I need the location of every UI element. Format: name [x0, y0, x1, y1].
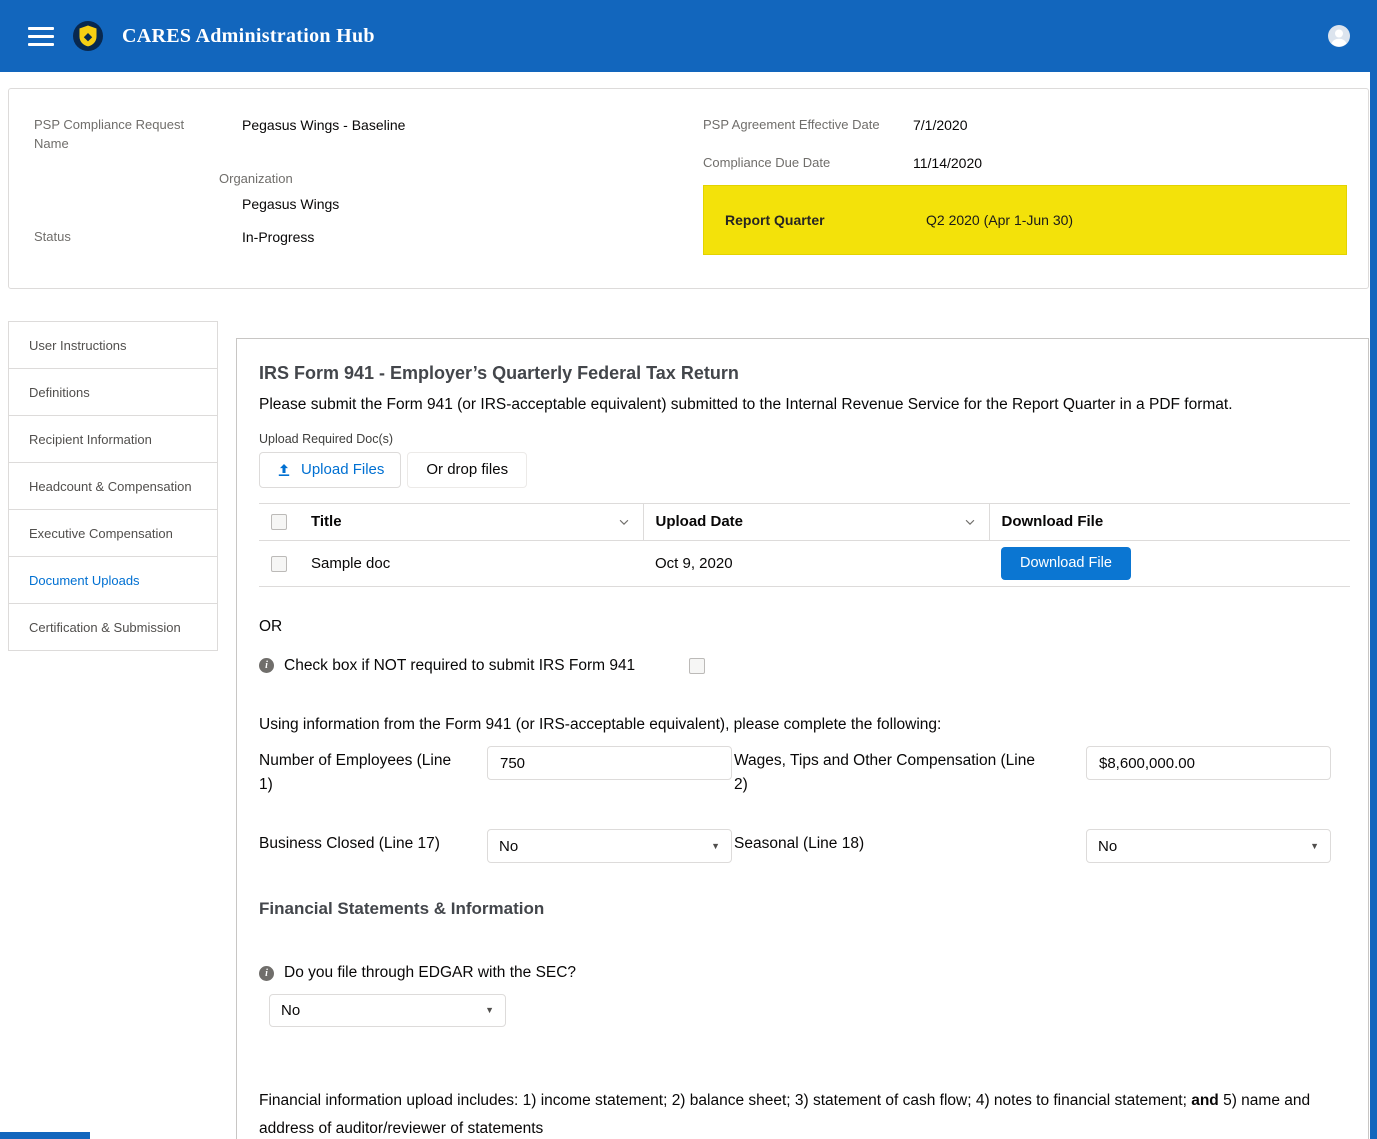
edgar-question-row: i Do you file through EDGAR with the SEC…	[259, 961, 1350, 984]
upload-icon	[276, 462, 292, 478]
summary-left-column: PSP Compliance Request Name Pegasus Wing…	[34, 116, 703, 262]
upload-files-button[interactable]: Upload Files	[259, 452, 401, 488]
employees-label: Number of Employees (Line 1)	[259, 746, 487, 797]
content-area: User Instructions Definitions Recipient …	[8, 321, 1369, 1139]
request-name-value: Pegasus Wings - Baseline	[242, 116, 405, 154]
due-date-label: Compliance Due Date	[703, 154, 913, 173]
business-closed-label: Business Closed (Line 17)	[259, 829, 487, 856]
report-quarter-label: Report Quarter	[725, 212, 926, 228]
sidebar-item-user-instructions[interactable]: User Instructions	[8, 321, 218, 369]
sidebar-item-executive-compensation[interactable]: Executive Compensation	[8, 509, 218, 557]
user-avatar-icon[interactable]	[1327, 24, 1351, 48]
sidebar-item-certification-submission[interactable]: Certification & Submission	[8, 603, 218, 651]
financial-upload-note: Financial information upload includes: 1…	[259, 1087, 1319, 1139]
menu-icon[interactable]	[28, 22, 54, 51]
status-value: In-Progress	[242, 228, 314, 247]
sidebar-item-label: Certification & Submission	[29, 620, 181, 635]
horizontal-scrollbar[interactable]	[0, 1132, 90, 1139]
row-checkbox[interactable]	[271, 556, 287, 572]
not-required-label: Check box if NOT required to submit IRS …	[284, 654, 635, 677]
column-header-upload-date-label: Upload Date	[656, 513, 744, 530]
dropdown-arrow-icon: ▼	[485, 1005, 494, 1015]
report-quarter-highlight: Report Quarter Q2 2020 (Apr 1-Jun 30)	[703, 185, 1347, 255]
financial-upload-note-prefix: Financial information upload includes: 1…	[259, 1092, 1191, 1109]
status-label: Status	[34, 228, 242, 247]
sidebar-item-label: Document Uploads	[29, 573, 140, 588]
sidebar-item-label: User Instructions	[29, 338, 127, 353]
wages-label: Wages, Tips and Other Compensation (Line…	[734, 746, 1086, 797]
column-header-title-label: Title	[311, 513, 342, 530]
financial-upload-note-bold: and	[1191, 1092, 1219, 1109]
document-uploads-panel: IRS Form 941 - Employer’s Quarterly Fede…	[236, 338, 1369, 1139]
irs-form-instructions: Please submit the Form 941 (or IRS-accep…	[259, 393, 1334, 416]
form-941-fields: Number of Employees (Line 1) Wages, Tips…	[259, 746, 1350, 863]
sidebar: User Instructions Definitions Recipient …	[8, 321, 218, 651]
dropdown-arrow-icon: ▼	[1310, 841, 1319, 851]
app-title: CARES Administration Hub	[122, 25, 375, 48]
compliance-summary-card: PSP Compliance Request Name Pegasus Wing…	[8, 88, 1369, 289]
upload-files-label: Upload Files	[301, 461, 384, 478]
financial-statements-heading: Financial Statements & Information	[259, 899, 1350, 919]
upload-date-cell: Oct 9, 2020	[643, 540, 989, 586]
due-date-value: 11/14/2020	[913, 154, 982, 173]
column-header-download-file-label: Download File	[1002, 513, 1104, 530]
dropdown-arrow-icon: ▼	[711, 841, 720, 851]
file-upload-area: Upload Files Or drop files	[259, 452, 1350, 488]
edgar-question-label: Do you file through EDGAR with the SEC?	[284, 961, 576, 984]
not-required-row: i Check box if NOT required to submit IR…	[259, 654, 1350, 677]
select-all-checkbox[interactable]	[271, 514, 287, 530]
drop-files-label: Or drop files	[426, 461, 508, 478]
sidebar-item-label: Executive Compensation	[29, 526, 173, 541]
effective-date-value: 7/1/2020	[913, 116, 968, 135]
table-row: Sample doc Oct 9, 2020 Download File	[259, 540, 1350, 586]
or-separator-text: OR	[259, 615, 1350, 638]
documents-table: Title Upload Date	[259, 503, 1350, 587]
seasonal-value: No	[1098, 838, 1117, 855]
summary-right-column: PSP Agreement Effective Date 7/1/2020 Co…	[703, 116, 1347, 262]
download-file-button[interactable]: Download File	[1001, 547, 1131, 580]
drop-files-zone[interactable]: Or drop files	[407, 452, 527, 488]
sidebar-item-label: Definitions	[29, 385, 90, 400]
sidebar-item-label: Recipient Information	[29, 432, 152, 447]
sidebar-item-recipient-information[interactable]: Recipient Information	[8, 415, 218, 463]
column-header-upload-date[interactable]: Upload Date	[643, 503, 989, 540]
app-header: CARES Administration Hub	[0, 0, 1377, 72]
organization-label: Organization	[219, 170, 703, 189]
not-required-checkbox[interactable]	[689, 658, 705, 674]
report-quarter-value: Q2 2020 (Apr 1-Jun 30)	[926, 212, 1073, 228]
irs-form-heading: IRS Form 941 - Employer’s Quarterly Fede…	[259, 363, 1350, 384]
info-icon[interactable]: i	[259, 966, 274, 981]
employees-input[interactable]	[487, 746, 732, 780]
info-icon[interactable]: i	[259, 658, 274, 673]
chevron-down-icon[interactable]	[963, 515, 977, 529]
effective-date-label: PSP Agreement Effective Date	[703, 116, 913, 135]
wages-input[interactable]	[1086, 746, 1331, 780]
complete-following-text: Using information from the Form 941 (or …	[259, 713, 1350, 736]
column-header-download-file: Download File	[989, 503, 1350, 540]
sidebar-item-definitions[interactable]: Definitions	[8, 368, 218, 416]
sidebar-item-label: Headcount & Compensation	[29, 479, 192, 494]
seasonal-select[interactable]: No ▼	[1086, 829, 1331, 863]
edgar-value: No	[281, 1002, 300, 1019]
document-title-cell: Sample doc	[299, 540, 643, 586]
chevron-down-icon[interactable]	[617, 515, 631, 529]
edgar-select[interactable]: No ▼	[269, 994, 506, 1027]
business-closed-select[interactable]: No ▼	[487, 829, 732, 863]
sidebar-item-document-uploads[interactable]: Document Uploads	[8, 556, 218, 604]
vertical-scrollbar[interactable]	[1370, 0, 1377, 1139]
sidebar-item-headcount-compensation[interactable]: Headcount & Compensation	[8, 462, 218, 510]
seasonal-label: Seasonal (Line 18)	[734, 829, 1086, 856]
business-closed-value: No	[499, 838, 518, 855]
request-name-label: PSP Compliance Request Name	[34, 116, 242, 154]
table-header-row: Title Upload Date	[259, 503, 1350, 540]
organization-field: Organization Pegasus Wings	[219, 170, 703, 212]
organization-value: Pegasus Wings	[242, 195, 703, 212]
app-logo-shield-icon	[72, 20, 104, 52]
upload-required-label: Upload Required Doc(s)	[259, 432, 1350, 446]
column-header-title[interactable]: Title	[299, 503, 643, 540]
